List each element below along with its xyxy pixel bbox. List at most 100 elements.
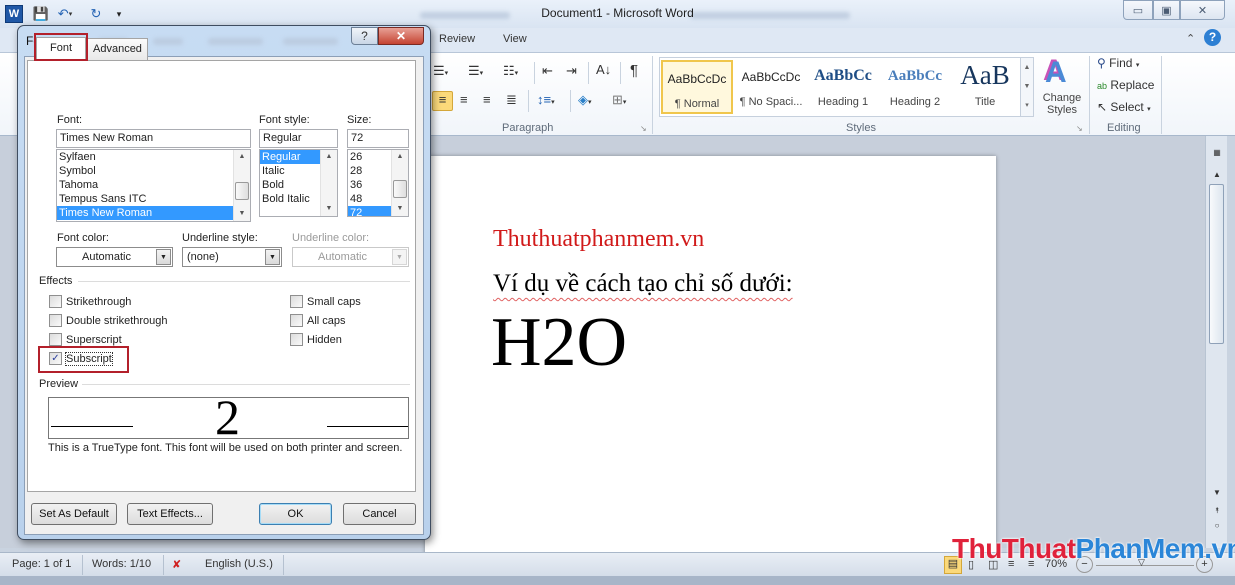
tab-view[interactable]: View xyxy=(503,33,527,45)
select-button[interactable]: ↖ Select ▾ xyxy=(1097,100,1151,114)
customize-qat-icon[interactable]: ▾ xyxy=(110,5,128,23)
page-count[interactable]: Page: 1 of 1 xyxy=(12,558,71,570)
font-color-select[interactable]: Automatic ▼ xyxy=(56,247,173,267)
scroll-up-button[interactable]: ▲ xyxy=(1209,168,1225,182)
font-list-item-selected[interactable]: Times New Roman xyxy=(57,206,233,220)
size-list-scrollbar[interactable]: ▲ ▼ xyxy=(391,150,408,216)
checkbox-box[interactable] xyxy=(49,314,62,327)
select-browse-object-button[interactable]: ○ xyxy=(1209,519,1225,533)
change-styles-icon[interactable]: A xyxy=(1045,56,1067,90)
save-icon[interactable]: 💾 xyxy=(32,5,50,23)
align-right-icon[interactable]: ≡ xyxy=(483,92,491,107)
change-styles-button[interactable]: Change Styles xyxy=(1040,92,1084,116)
redo-icon[interactable]: ↻ xyxy=(87,5,105,23)
multilevel-list-icon[interactable]: ☷▾ xyxy=(503,63,518,79)
double-strikethrough-checkbox[interactable]: Double strikethrough xyxy=(49,314,168,327)
scroll-down-icon[interactable]: ▼ xyxy=(321,202,337,216)
scroll-thumb[interactable] xyxy=(235,182,249,200)
scroll-down-icon[interactable]: ▼ xyxy=(392,202,408,216)
minimize-button[interactable]: ▭ xyxy=(1123,0,1153,20)
small-caps-checkbox[interactable]: Small caps xyxy=(290,295,361,308)
word-app-icon[interactable]: W xyxy=(5,5,23,23)
style-heading-2[interactable]: AaBbCc Heading 2 xyxy=(879,60,951,114)
proofing-error-icon[interactable]: ✘ xyxy=(172,558,181,571)
document-page[interactable]: Thuthuatphanmem.vn Ví dụ về cách tạo chỉ… xyxy=(425,156,996,556)
chevron-down-icon[interactable]: ▼ xyxy=(156,249,171,265)
font-style-item-selected[interactable]: Regular xyxy=(260,150,320,164)
font-style-list[interactable]: Regular Italic Bold Bold Italic ▲ ▼ xyxy=(259,149,338,217)
restore-button[interactable]: ▣ xyxy=(1153,0,1180,20)
set-as-default-button[interactable]: Set As Default xyxy=(31,503,117,525)
decrease-indent-icon[interactable]: ⇤ xyxy=(542,63,553,79)
style-no-spacing[interactable]: AaBbCcDc ¶ No Spaci... xyxy=(735,60,807,114)
dialog-help-button[interactable]: ? xyxy=(351,27,378,45)
text-effects-button[interactable]: Text Effects... xyxy=(127,503,213,525)
checkbox-box[interactable] xyxy=(290,295,303,308)
sort-icon[interactable]: A↓ xyxy=(596,62,611,77)
increase-indent-icon[interactable]: ⇥ xyxy=(566,63,577,79)
shading-icon[interactable]: ◈▾ xyxy=(578,92,592,108)
language[interactable]: English (U.S.) xyxy=(205,558,273,570)
scroll-thumb[interactable] xyxy=(1209,184,1224,344)
collapse-ribbon-icon[interactable]: ⌃ xyxy=(1186,32,1195,45)
replace-button[interactable]: ab Replace xyxy=(1097,78,1154,92)
underline-style-select[interactable]: (none) ▼ xyxy=(182,247,282,267)
show-formatting-marks-icon[interactable]: ¶ xyxy=(630,62,638,79)
styles-scroll[interactable]: ▲ ▼ ▾ xyxy=(1020,57,1034,117)
document-text-example[interactable]: Ví dụ về cách tạo chỉ số dưới: xyxy=(493,270,793,298)
strikethrough-checkbox[interactable]: Strikethrough xyxy=(49,295,131,308)
undo-icon[interactable]: ↶ ▾ xyxy=(56,5,74,23)
document-text-site[interactable]: Thuthuatphanmem.vn xyxy=(493,226,704,253)
checkbox-box[interactable] xyxy=(290,333,303,346)
scroll-up-icon[interactable]: ▲ xyxy=(392,150,408,164)
find-button[interactable]: ⚲ Find ▾ xyxy=(1097,56,1139,70)
hidden-checkbox[interactable]: Hidden xyxy=(290,333,342,346)
borders-icon[interactable]: ⊞▾ xyxy=(612,92,626,108)
checkbox-box[interactable] xyxy=(290,314,303,327)
font-list-item[interactable]: Tempus Sans ITC xyxy=(57,192,250,206)
chevron-down-icon[interactable]: ▼ xyxy=(392,249,407,265)
paragraph-dialog-launcher[interactable]: ↘ xyxy=(640,124,647,133)
dialog-close-button[interactable]: ✕ xyxy=(378,27,424,45)
underline-color-select[interactable]: Automatic ▼ xyxy=(292,247,409,267)
tab-review[interactable]: Review xyxy=(439,33,475,45)
font-list-scrollbar[interactable]: ▲ ▼ xyxy=(233,150,250,221)
ok-button[interactable]: OK xyxy=(259,503,332,525)
size-list[interactable]: 26 28 36 48 72 ▲ ▼ xyxy=(347,149,409,217)
justify-icon[interactable]: ≣ xyxy=(506,92,517,108)
ruler-toggle-icon[interactable]: ▦ xyxy=(1209,146,1225,160)
font-list-item[interactable]: Symbol xyxy=(57,164,250,178)
cancel-button[interactable]: Cancel xyxy=(343,503,416,525)
scroll-thumb[interactable] xyxy=(393,180,407,198)
close-window-button[interactable]: ✕ xyxy=(1180,0,1225,20)
document-text-h2o[interactable]: H2O xyxy=(491,308,627,378)
font-list-item[interactable]: Tahoma xyxy=(57,178,250,192)
scroll-down-button[interactable]: ▼ xyxy=(1209,486,1225,500)
style-title[interactable]: AaB Title xyxy=(949,60,1021,114)
style-normal[interactable]: AaBbCcDc ¶ Normal xyxy=(661,60,733,114)
tab-advanced[interactable]: Advanced xyxy=(86,38,148,60)
checkbox-box[interactable] xyxy=(49,295,62,308)
font-input[interactable]: Times New Roman xyxy=(56,129,251,148)
scroll-up-icon[interactable]: ▲ xyxy=(321,150,337,164)
numbering-icon[interactable]: ☰▾ xyxy=(468,63,483,79)
style-heading-1[interactable]: AaBbCc Heading 1 xyxy=(807,60,879,114)
vertical-scrollbar[interactable]: ▦ ▲ ▼ ⯭ ○ xyxy=(1205,136,1227,548)
font-list-item[interactable]: Sylfaen xyxy=(57,150,250,164)
chevron-down-icon[interactable]: ▼ xyxy=(265,249,280,265)
align-center-icon[interactable]: ≡ xyxy=(460,92,468,107)
font-style-scrollbar[interactable]: ▲ ▼ xyxy=(320,150,337,216)
scroll-down-icon[interactable]: ▼ xyxy=(234,207,250,221)
align-left-icon[interactable]: ≡ xyxy=(432,91,453,111)
line-spacing-icon[interactable]: ↕≡▾ xyxy=(537,92,555,107)
previous-page-button[interactable]: ⯭ xyxy=(1209,504,1225,518)
size-list-item-selected[interactable]: 72 xyxy=(348,206,391,216)
font-list[interactable]: Sylfaen Symbol Tahoma Tempus Sans ITC Ti… xyxy=(56,149,251,222)
bullets-icon[interactable]: ☰▾ xyxy=(433,63,448,79)
all-caps-checkbox[interactable]: All caps xyxy=(290,314,346,327)
help-icon[interactable]: ? xyxy=(1204,29,1221,46)
font-style-input[interactable]: Regular xyxy=(259,129,338,148)
superscript-checkbox[interactable]: Superscript xyxy=(49,333,122,346)
zoom-slider[interactable] xyxy=(1096,565,1194,566)
size-input[interactable]: 72 xyxy=(347,129,409,148)
